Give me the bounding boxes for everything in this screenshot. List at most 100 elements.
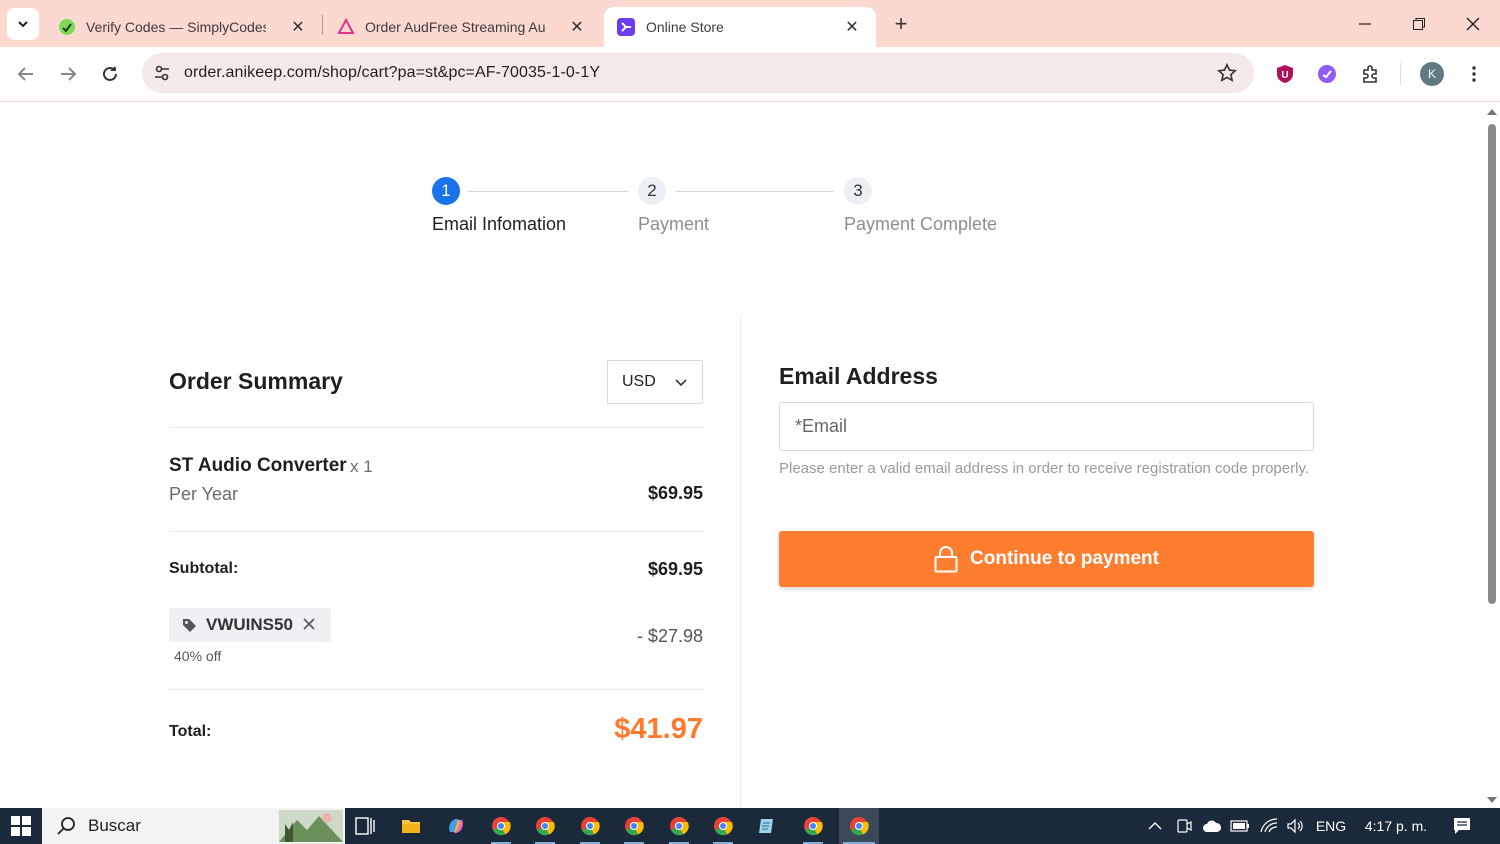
total-label: Total: bbox=[169, 723, 212, 740]
arrow-right-icon bbox=[61, 67, 77, 81]
product-name: ST Audio Converter bbox=[169, 455, 347, 476]
forward-button[interactable] bbox=[54, 60, 82, 88]
email-field[interactable] bbox=[779, 402, 1314, 451]
tab-bar: Verify Codes — SimplyCodes ✕ Order AudFr… bbox=[0, 0, 1500, 47]
show-hidden-icons-button[interactable] bbox=[1144, 808, 1166, 844]
profile-initial: K bbox=[1427, 67, 1436, 81]
onedrive-button[interactable] bbox=[1200, 808, 1224, 844]
page-scrollbar[interactable] bbox=[1484, 102, 1500, 808]
divider bbox=[169, 531, 704, 532]
meet-now-button[interactable] bbox=[1173, 808, 1195, 844]
minimize-icon bbox=[1359, 23, 1371, 25]
product-period: Per Year bbox=[169, 484, 239, 504]
volume-button[interactable] bbox=[1284, 808, 1308, 844]
tag-icon bbox=[183, 618, 196, 632]
store-icon bbox=[617, 18, 635, 36]
browser-toolbar: order.anikeep.com/shop/cart?pa=st&pc=AF-… bbox=[0, 47, 1500, 102]
step-1-indicator: 1 bbox=[432, 177, 460, 205]
chrome-window-3[interactable] bbox=[572, 811, 608, 844]
search-highlight-icon bbox=[279, 810, 343, 842]
chrome-icon bbox=[804, 817, 823, 836]
folder-icon bbox=[402, 820, 420, 833]
windows-logo-icon bbox=[11, 816, 31, 836]
chrome-window-2[interactable] bbox=[527, 811, 563, 844]
tab-search-button[interactable] bbox=[7, 8, 39, 40]
close-icon[interactable]: ✕ bbox=[842, 17, 862, 37]
tab-title: Online Store bbox=[646, 19, 724, 35]
close-icon[interactable]: ✕ bbox=[567, 17, 587, 37]
subtotal-label: Subtotal: bbox=[169, 560, 239, 577]
chrome-window-4[interactable] bbox=[616, 811, 652, 844]
task-view-button[interactable] bbox=[347, 811, 383, 841]
notes-app-button[interactable] bbox=[749, 811, 785, 841]
step-connector bbox=[468, 191, 628, 192]
email-hint: Please enter a valid email address in or… bbox=[779, 460, 1309, 477]
chevron-up-icon bbox=[1148, 822, 1162, 830]
discount-value: - $27.98 bbox=[636, 626, 703, 646]
restore-button[interactable] bbox=[1404, 10, 1434, 38]
simplycodes-extension[interactable] bbox=[1316, 63, 1338, 85]
step-2-indicator: 2 bbox=[638, 177, 666, 205]
address-bar[interactable]: order.anikeep.com/shop/cart?pa=st&pc=AF-… bbox=[142, 53, 1254, 93]
extensions-button[interactable] bbox=[1360, 63, 1382, 85]
copilot-button[interactable] bbox=[438, 811, 474, 841]
new-tab-button[interactable]: + bbox=[888, 11, 914, 37]
total-value: $41.97 bbox=[614, 713, 703, 745]
remove-coupon-icon[interactable] bbox=[301, 616, 317, 632]
chrome-icon bbox=[625, 817, 644, 836]
chrome-window-active[interactable] bbox=[839, 808, 879, 844]
wifi-button[interactable] bbox=[1257, 808, 1281, 844]
tab-title: Verify Codes — SimplyCodes bbox=[86, 19, 266, 35]
browser-menu-button[interactable] bbox=[1463, 63, 1485, 85]
chrome-icon bbox=[536, 817, 555, 836]
scrollbar-thumb[interactable] bbox=[1488, 124, 1496, 604]
taskbar-search[interactable]: Buscar bbox=[42, 808, 345, 844]
continue-to-payment-button[interactable]: Continue to payment bbox=[779, 531, 1314, 587]
chrome-window-1[interactable] bbox=[483, 811, 519, 844]
notifications-button[interactable] bbox=[1448, 808, 1476, 844]
language-indicator[interactable]: ENG bbox=[1314, 808, 1348, 844]
minimize-button[interactable] bbox=[1350, 10, 1380, 38]
site-info-button[interactable] bbox=[150, 61, 174, 85]
cloud-icon bbox=[1203, 820, 1222, 832]
tab-verify-codes[interactable]: Verify Codes — SimplyCodes ✕ bbox=[46, 7, 322, 47]
coupon-percent: 40% off bbox=[174, 648, 222, 664]
url-text[interactable]: order.anikeep.com/shop/cart?pa=st&pc=AF-… bbox=[184, 64, 600, 82]
copilot-icon bbox=[449, 818, 463, 834]
chrome-window-6[interactable] bbox=[705, 811, 741, 844]
column-divider bbox=[740, 314, 741, 808]
scroll-down-icon[interactable] bbox=[1487, 796, 1497, 804]
chrome-window-5[interactable] bbox=[661, 811, 697, 844]
battery-button[interactable] bbox=[1228, 808, 1252, 844]
back-button[interactable] bbox=[12, 60, 40, 88]
start-button[interactable] bbox=[0, 808, 42, 844]
tab-separator bbox=[322, 15, 323, 35]
ublock-extension[interactable]: U bbox=[1274, 63, 1296, 85]
product-price: $69.95 bbox=[647, 483, 703, 503]
clock[interactable]: 4:17 p. m. bbox=[1358, 808, 1434, 844]
currency-select[interactable]: USD bbox=[607, 360, 703, 404]
file-explorer-button[interactable] bbox=[393, 811, 429, 841]
bookmark-button[interactable] bbox=[1216, 62, 1238, 84]
scroll-up-icon[interactable] bbox=[1487, 108, 1497, 116]
reload-button[interactable] bbox=[96, 60, 124, 88]
chrome-window-7[interactable] bbox=[795, 811, 831, 844]
close-window-button[interactable] bbox=[1458, 10, 1488, 38]
tab-audfree-order[interactable]: Order AudFree Streaming Audio ✕ bbox=[325, 7, 601, 47]
close-icon[interactable]: ✕ bbox=[288, 17, 308, 37]
windows-taskbar: Buscar ENG 4:17 p. m. bbox=[0, 808, 1500, 844]
tab-online-store[interactable]: Online Store ✕ bbox=[604, 7, 876, 47]
subtotal-value: $69.95 bbox=[647, 559, 703, 579]
reload-icon bbox=[103, 66, 117, 81]
coupon-tag: VWUINS50 bbox=[169, 608, 331, 642]
chrome-icon bbox=[850, 817, 869, 836]
puzzle-icon bbox=[1363, 65, 1377, 83]
more-vert-icon bbox=[1472, 66, 1476, 82]
continue-button-label: Continue to payment bbox=[970, 548, 1159, 569]
profile-avatar[interactable]: K bbox=[1420, 62, 1444, 86]
speaker-icon bbox=[1287, 818, 1303, 834]
battery-icon bbox=[1230, 820, 1249, 832]
task-view-icon bbox=[355, 817, 375, 835]
svg-text:U: U bbox=[1281, 70, 1288, 81]
notepad-icon bbox=[759, 819, 773, 833]
